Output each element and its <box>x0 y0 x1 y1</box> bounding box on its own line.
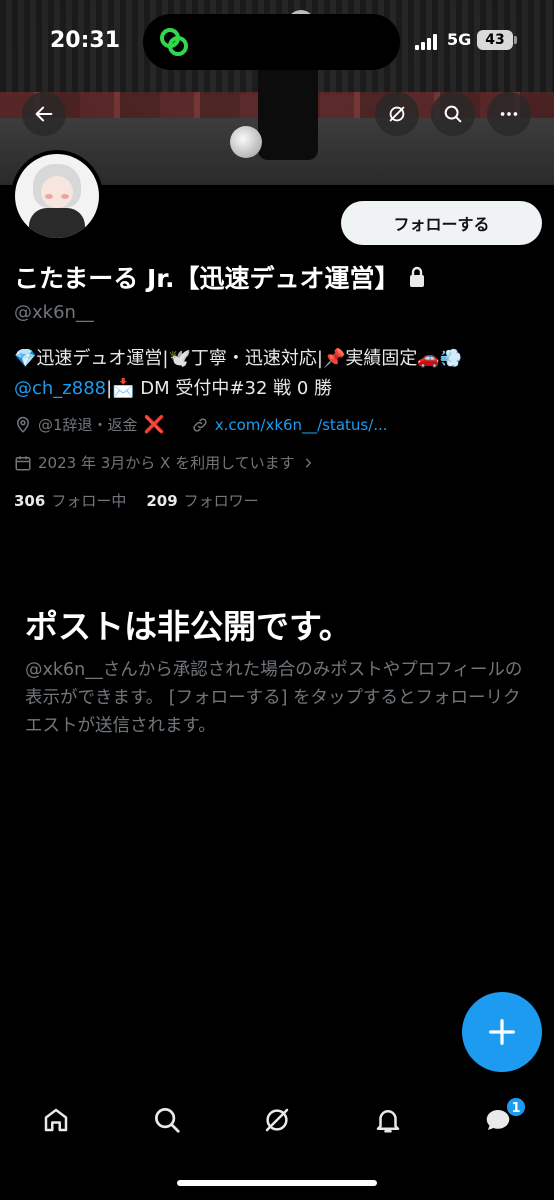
status-time: 20:31 <box>50 28 121 53</box>
profile-meta-row: @1辞退・返金 ❌ x.com/xk6n__/status/... <box>14 414 388 435</box>
location-mark: ❌ <box>143 414 165 435</box>
avatar-body <box>29 208 85 238</box>
more-button[interactable] <box>487 92 531 136</box>
display-name: こたまーる Jr.【迅速デュオ運営】 <box>14 264 400 293</box>
joined-date: 2023 年 3月から X を利用しています <box>38 454 295 472</box>
follow-button[interactable]: フォローする <box>341 201 542 245</box>
private-title: ポストは非公開です。 <box>25 607 352 646</box>
network-type: 5G <box>447 30 472 49</box>
bio-line-1: 💎迅速デュオ運営|🕊️丁寧・迅速対応|📌実績固定🚗💨 <box>14 348 463 369</box>
bio-mention-link[interactable]: @ch_z888 <box>14 378 106 399</box>
messages-badge: 1 <box>505 1096 527 1118</box>
tab-grok[interactable] <box>257 1100 297 1140</box>
bio-line-2-text: |📩 DM 受付中#32 戦 0 勝 <box>106 378 333 399</box>
avatar-blush-left <box>45 194 53 199</box>
avatar-blush-right <box>61 194 69 199</box>
home-icon <box>44 1108 68 1132</box>
website-link[interactable]: x.com/xk6n__/status/... <box>215 416 388 434</box>
link-icon <box>193 417 207 432</box>
tab-notifications[interactable] <box>368 1100 408 1140</box>
signal-icon <box>415 34 437 50</box>
compose-post-button[interactable] <box>462 992 542 1072</box>
bell-icon <box>376 1110 400 1133</box>
plus-icon <box>489 1019 515 1045</box>
follow-stats: 306 フォロー中 209 フォロワー <box>14 490 259 511</box>
slash-circle-icon <box>389 106 405 122</box>
private-body: @xk6n__さんから承認された場合のみポストやプロフィールの表示ができます。 … <box>25 660 523 736</box>
search-button[interactable] <box>431 92 475 136</box>
lock-icon <box>409 266 424 287</box>
back-button[interactable] <box>22 92 66 136</box>
following-link[interactable]: 306 フォロー中 <box>14 490 126 511</box>
bio-line-2: @ch_z888|📩 DM 受付中#32 戦 0 勝 <box>14 374 544 404</box>
banner-ball <box>230 126 262 158</box>
search-icon <box>444 105 462 123</box>
search-icon <box>155 1108 180 1133</box>
more-horizontal-icon <box>500 112 518 116</box>
followers-count: 209 <box>146 492 178 510</box>
user-handle: @xk6n__ <box>14 302 94 323</box>
avatar-image <box>15 154 99 238</box>
dynamic-island <box>143 14 400 70</box>
link-app-icon <box>160 28 188 56</box>
arrow-left-icon <box>35 106 53 122</box>
followers-label: フォロワー <box>183 492 259 510</box>
tab-search[interactable] <box>147 1100 187 1140</box>
battery-icon: 43 <box>477 30 517 50</box>
following-count: 306 <box>14 492 46 510</box>
slash-circle-icon <box>265 1108 289 1132</box>
location-pin-icon <box>16 416 30 433</box>
grok-button[interactable] <box>375 92 419 136</box>
home-indicator[interactable] <box>177 1180 377 1186</box>
location-text: @1辞退・返金 <box>38 416 138 434</box>
following-label: フォロー中 <box>51 492 127 510</box>
joined-row[interactable]: 2023 年 3月から X を利用しています <box>14 452 315 473</box>
avatar-face <box>41 176 73 208</box>
avatar[interactable] <box>11 150 103 242</box>
bio: 💎迅速デュオ運営|🕊️丁寧・迅速対応|📌実績固定🚗💨 @ch_z888|📩 DM… <box>14 344 544 404</box>
calendar-icon <box>15 455 31 470</box>
display-name-row: こたまーる Jr.【迅速デュオ運営】 <box>14 259 426 295</box>
battery-level: 43 <box>485 32 505 48</box>
followers-link[interactable]: 209 フォロワー <box>146 490 258 511</box>
tab-home[interactable] <box>36 1100 76 1140</box>
chevron-right-icon <box>305 457 311 468</box>
bottom-tab-bar <box>0 1085 554 1155</box>
